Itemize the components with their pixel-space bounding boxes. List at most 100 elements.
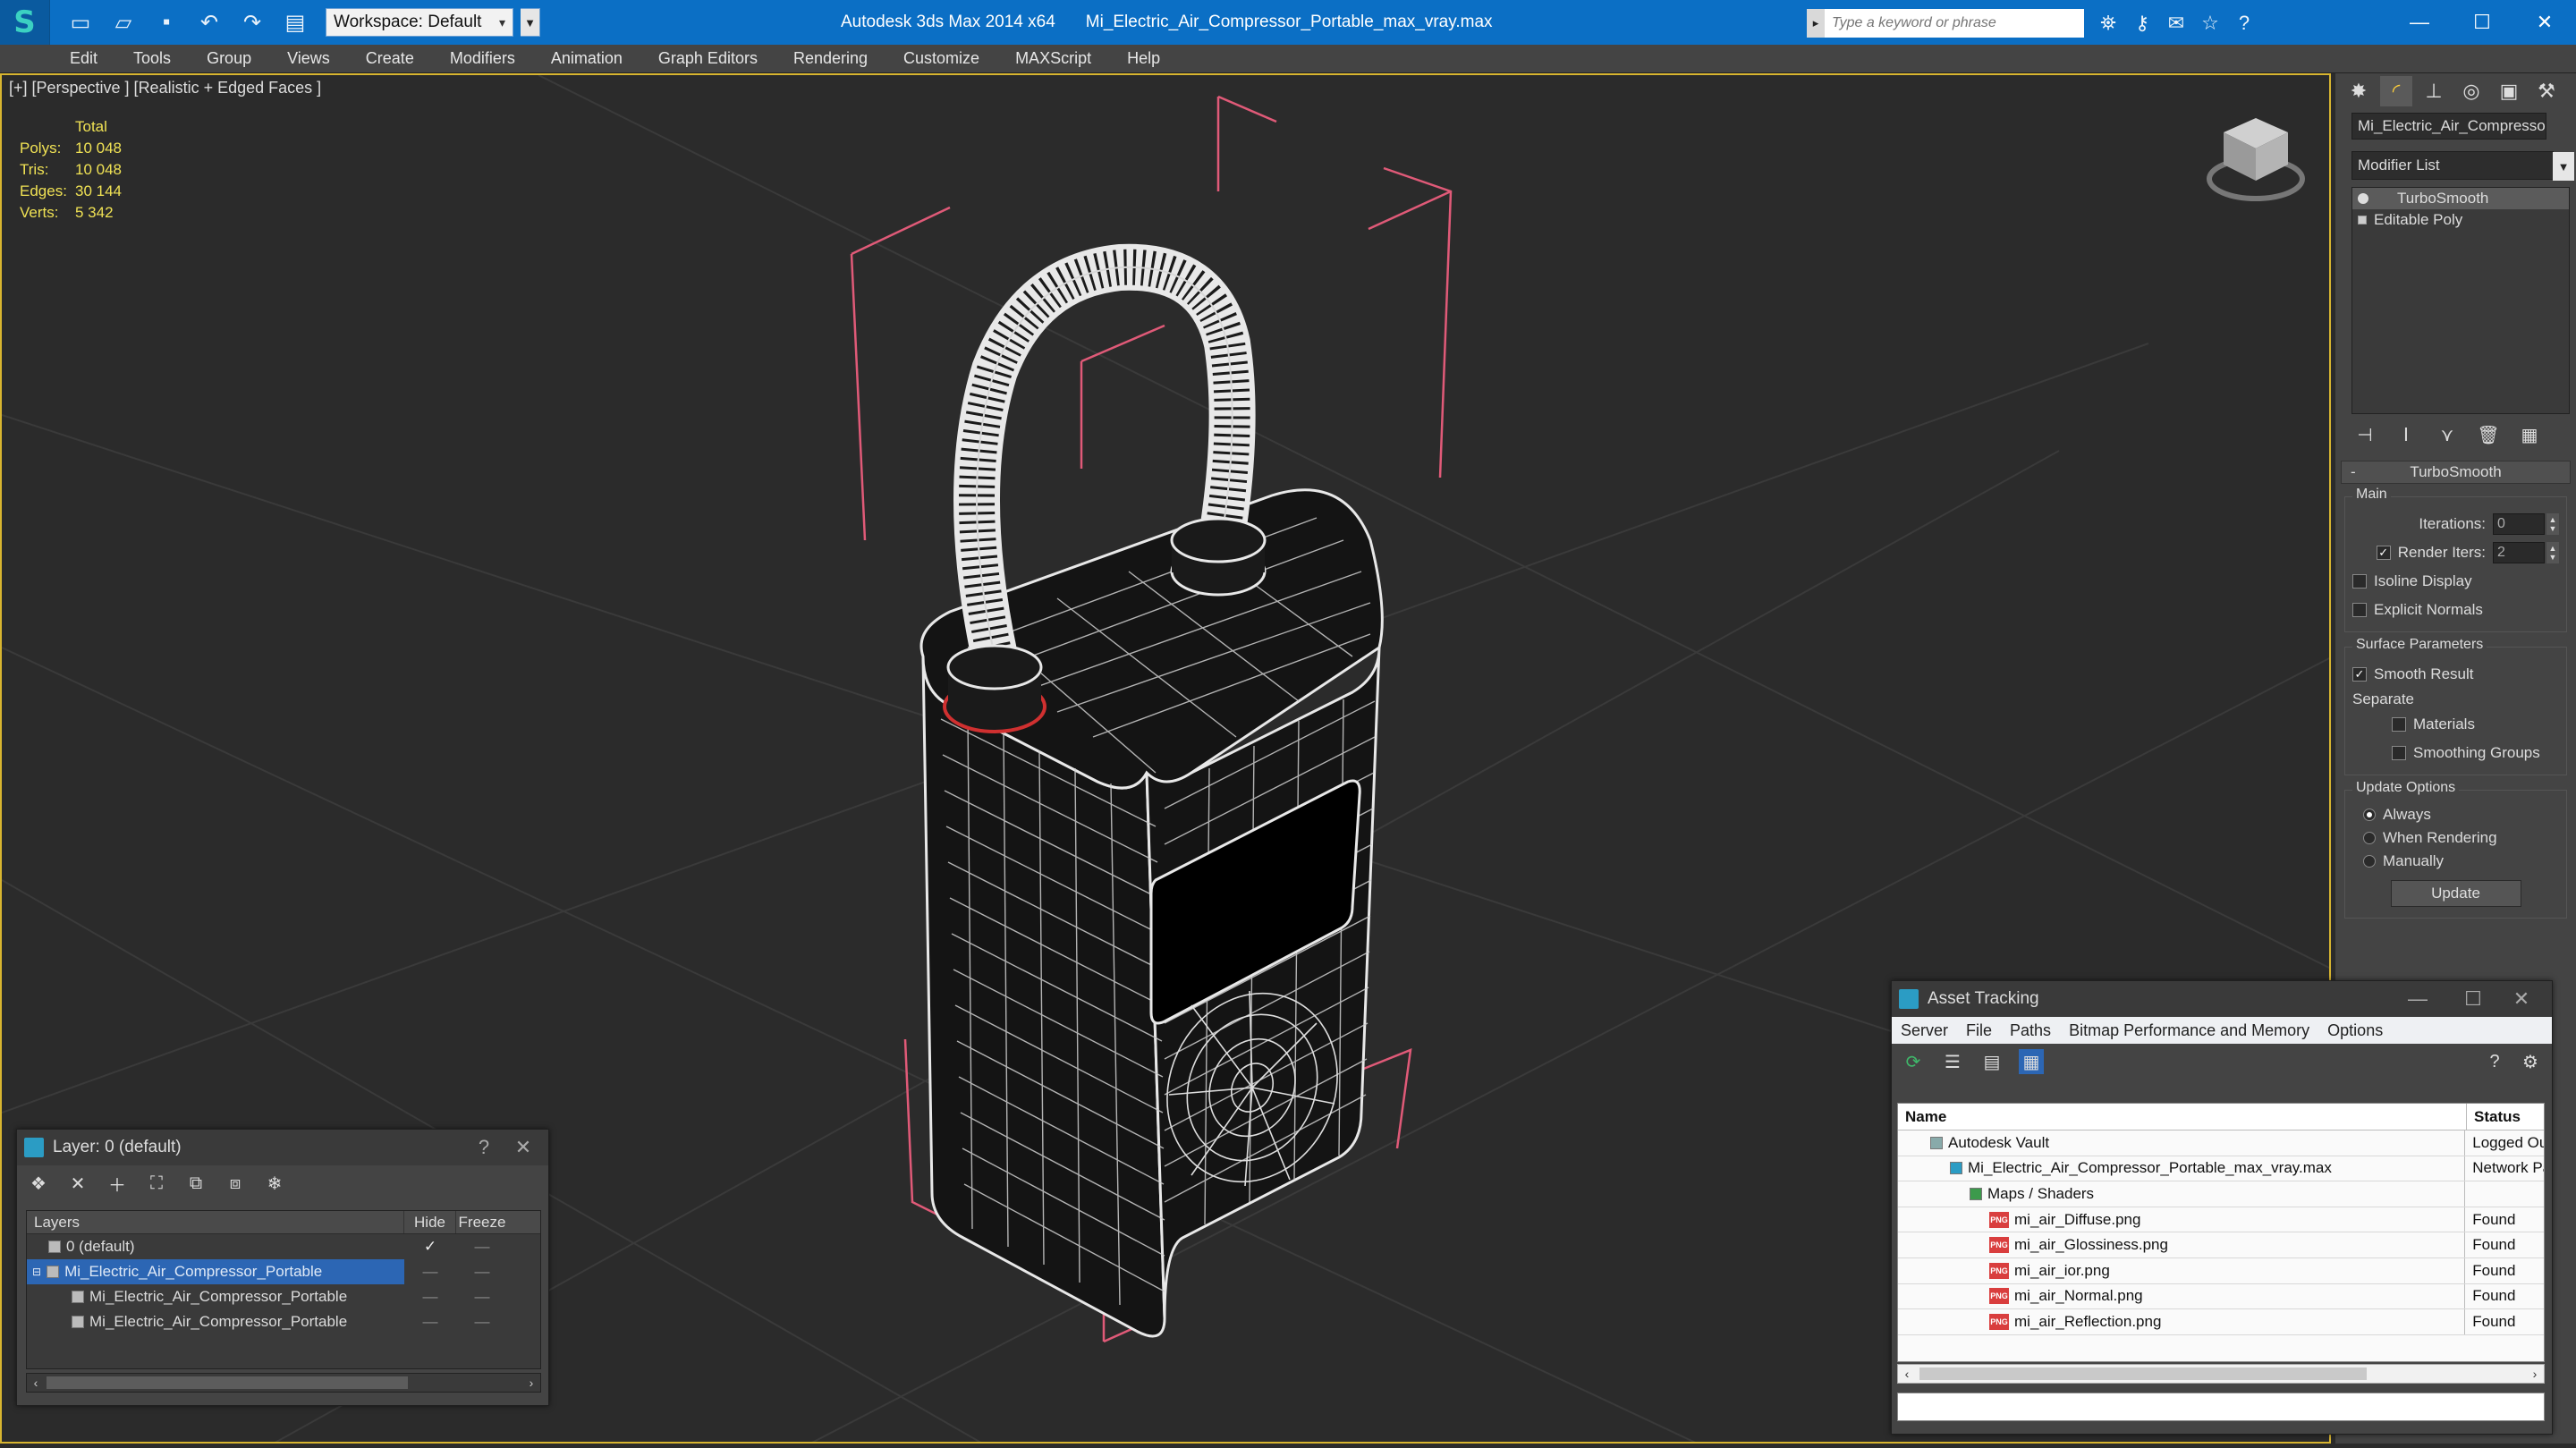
new-file-icon[interactable]: ▭: [63, 6, 98, 38]
viewcube-icon[interactable]: [2202, 109, 2309, 207]
turbosmooth-rollout-header[interactable]: - TurboSmooth: [2341, 461, 2571, 484]
scroll-right-icon[interactable]: ›: [2526, 1365, 2544, 1383]
display-tab-icon[interactable]: ▣: [2493, 76, 2525, 106]
active-layer-check-icon[interactable]: ✓: [404, 1238, 456, 1256]
highlight-layer-icon[interactable]: ⧉: [183, 1171, 208, 1196]
smooth-result-checkbox[interactable]: ✓: [2352, 667, 2367, 682]
menu-create[interactable]: Create: [366, 49, 414, 68]
freeze-all-icon[interactable]: ❄: [262, 1171, 287, 1196]
search-input[interactable]: [1825, 9, 2084, 38]
minimize-icon[interactable]: —: [2388, 0, 2451, 45]
workspace-select[interactable]: Workspace: Default ▾: [326, 8, 513, 37]
manually-radio[interactable]: [2363, 855, 2376, 868]
maximize-icon[interactable]: ☐: [2455, 981, 2491, 1017]
search-expand-icon[interactable]: ▸: [1807, 9, 1825, 38]
new-layer-icon[interactable]: ❖: [26, 1171, 51, 1196]
menu-modifiers[interactable]: Modifiers: [450, 49, 515, 68]
asset-horizontal-scrollbar[interactable]: ‹ ›: [1897, 1364, 2545, 1384]
communication-icon[interactable]: ✉: [2163, 9, 2190, 38]
freeze-toggle[interactable]: —: [456, 1263, 508, 1281]
menu-paths[interactable]: Paths: [2010, 1021, 2051, 1040]
undo-icon[interactable]: ↶: [191, 6, 227, 38]
update-button[interactable]: Update: [2390, 880, 2521, 907]
menu-options[interactable]: Options: [2327, 1021, 2383, 1040]
project-folder-icon[interactable]: ▤: [277, 6, 313, 38]
layer-horizontal-scrollbar[interactable]: ‹ ›: [26, 1373, 541, 1393]
help-icon[interactable]: ?: [2482, 1049, 2507, 1074]
show-end-result-icon[interactable]: Ⅰ: [2393, 424, 2419, 446]
menu-group[interactable]: Group: [207, 49, 251, 68]
menu-file[interactable]: File: [1966, 1021, 1992, 1040]
open-file-icon[interactable]: ▱: [106, 6, 141, 38]
motion-tab-icon[interactable]: ◎: [2455, 76, 2487, 106]
save-file-icon[interactable]: ▪: [148, 6, 184, 38]
menu-help[interactable]: Help: [1127, 49, 1160, 68]
asset-row[interactable]: Mi_Electric_Air_Compressor_Portable_max_…: [1898, 1156, 2544, 1182]
scroll-left-icon[interactable]: ‹: [27, 1374, 45, 1392]
delete-layer-icon[interactable]: ✕: [65, 1171, 90, 1196]
isoline-display-checkbox[interactable]: [2352, 574, 2367, 589]
make-unique-icon[interactable]: ⋎: [2434, 424, 2461, 446]
detail-view-icon[interactable]: ▤: [1979, 1049, 2004, 1074]
render-iters-spinner[interactable]: [2493, 542, 2545, 563]
app-menu-button[interactable]: S: [0, 0, 50, 45]
stack-item-turbosmooth[interactable]: TurboSmooth: [2352, 188, 2569, 209]
hide-toggle[interactable]: —: [404, 1288, 456, 1306]
scroll-left-icon[interactable]: ‹: [1898, 1365, 1916, 1383]
when-rendering-radio[interactable]: [2363, 832, 2376, 844]
iterations-spinner[interactable]: [2493, 513, 2545, 535]
collapse-icon[interactable]: ⊟: [32, 1266, 41, 1278]
close-icon[interactable]: ✕: [2513, 0, 2576, 45]
help-icon[interactable]: ?: [2231, 9, 2258, 38]
scroll-thumb[interactable]: [47, 1376, 408, 1389]
minimize-icon[interactable]: —: [2400, 981, 2436, 1017]
menu-edit[interactable]: Edit: [70, 49, 97, 68]
materials-checkbox[interactable]: [2392, 717, 2406, 732]
menu-animation[interactable]: Animation: [551, 49, 623, 68]
remove-modifier-icon[interactable]: 🗑: [2475, 424, 2502, 446]
utilities-tab-icon[interactable]: ⚒: [2530, 76, 2563, 106]
modify-tab-icon[interactable]: ◜: [2380, 76, 2412, 106]
spinner-arrows-icon[interactable]: ▲ ▼: [2546, 542, 2559, 563]
maximize-icon[interactable]: ☐: [2451, 0, 2513, 45]
subscription-icon[interactable]: ⚷: [2129, 9, 2156, 38]
pin-stack-icon[interactable]: ⊣: [2351, 424, 2378, 446]
asset-tracking-title-bar[interactable]: Asset Tracking — ☐ ✕: [1892, 981, 2552, 1017]
asset-row[interactable]: PNG mi_air_ior.png Found: [1898, 1257, 2544, 1284]
scroll-thumb[interactable]: [1919, 1368, 2367, 1380]
asset-row[interactable]: PNG mi_air_Normal.png Found: [1898, 1283, 2544, 1310]
freeze-toggle[interactable]: —: [456, 1288, 508, 1306]
layer-manager-title-bar[interactable]: Layer: 0 (default) ? ✕: [17, 1130, 548, 1165]
always-radio[interactable]: [2363, 809, 2376, 821]
scroll-right-icon[interactable]: ›: [522, 1374, 540, 1392]
smoothing-groups-checkbox[interactable]: [2392, 746, 2406, 760]
modifier-list-dropdown[interactable]: Modifier List ▼: [2351, 151, 2574, 181]
close-icon[interactable]: ✕: [2504, 981, 2539, 1017]
layers-column-header[interactable]: Layers: [27, 1211, 404, 1233]
hierarchy-tab-icon[interactable]: ⊥: [2418, 76, 2450, 106]
close-icon[interactable]: ✕: [505, 1130, 541, 1165]
list-view-icon[interactable]: ☰: [1940, 1049, 1965, 1074]
spinner-arrows-icon[interactable]: ▲ ▼: [2546, 513, 2559, 535]
hide-all-icon[interactable]: ⧈: [223, 1171, 248, 1196]
explicit-normals-checkbox[interactable]: [2352, 603, 2367, 617]
workspace-dropdown-button[interactable]: ▼: [521, 8, 540, 37]
asset-row[interactable]: Maps / Shaders: [1898, 1181, 2544, 1207]
render-iters-checkbox[interactable]: ✓: [2376, 546, 2391, 560]
binoculars-icon[interactable]: ⛯: [2095, 9, 2122, 38]
layer-row[interactable]: 0 (default) ✓ —: [27, 1234, 540, 1259]
hide-toggle[interactable]: —: [404, 1263, 456, 1281]
asset-row[interactable]: PNG mi_air_Diffuse.png Found: [1898, 1207, 2544, 1233]
hide-column-header[interactable]: Hide: [404, 1211, 456, 1233]
object-name-field[interactable]: Mi_Electric_Air_Compressor_Portable: [2351, 113, 2546, 140]
asset-row[interactable]: PNG mi_air_Reflection.png Found: [1898, 1309, 2544, 1335]
hide-toggle[interactable]: —: [404, 1313, 456, 1331]
add-to-layer-icon[interactable]: ＋: [105, 1171, 130, 1196]
freeze-toggle[interactable]: —: [456, 1313, 508, 1331]
expand-box-icon[interactable]: [2358, 216, 2367, 224]
select-objects-icon[interactable]: ⛶: [144, 1171, 169, 1196]
lightbulb-icon[interactable]: [2358, 193, 2368, 204]
freeze-toggle[interactable]: —: [456, 1238, 508, 1256]
asset-row[interactable]: PNG mi_air_Glossiness.png Found: [1898, 1232, 2544, 1258]
menu-customize[interactable]: Customize: [903, 49, 979, 68]
